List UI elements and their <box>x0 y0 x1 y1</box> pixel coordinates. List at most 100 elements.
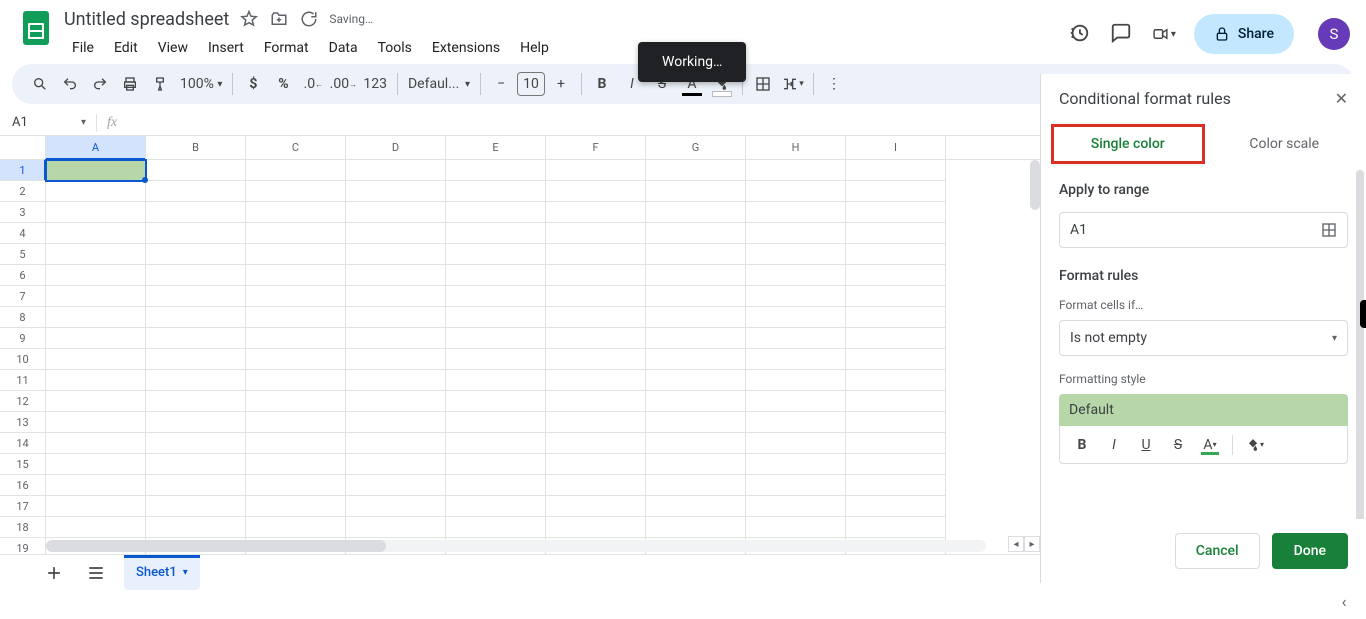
cell[interactable] <box>646 244 746 265</box>
row-header[interactable]: 2 <box>0 181 46 202</box>
paint-format-icon[interactable] <box>146 70 174 98</box>
cell[interactable] <box>746 307 846 328</box>
cell[interactable] <box>746 370 846 391</box>
cell[interactable] <box>346 286 446 307</box>
cell[interactable] <box>446 349 546 370</box>
cell[interactable] <box>846 349 946 370</box>
cell[interactable] <box>746 223 846 244</box>
tab-color-scale[interactable]: Color scale <box>1211 122 1359 166</box>
increase-font-icon[interactable]: + <box>547 70 575 98</box>
cell[interactable] <box>546 160 646 181</box>
cell[interactable] <box>846 307 946 328</box>
cell[interactable] <box>46 496 146 517</box>
cell[interactable] <box>246 517 346 538</box>
search-menus-icon[interactable] <box>26 70 54 98</box>
bold-icon[interactable]: B <box>588 70 616 98</box>
menu-help[interactable]: Help <box>512 36 557 60</box>
cell[interactable] <box>246 181 346 202</box>
account-avatar[interactable]: S <box>1318 18 1350 50</box>
cell[interactable] <box>746 202 846 223</box>
cell[interactable] <box>546 475 646 496</box>
cell[interactable] <box>346 391 446 412</box>
cancel-button[interactable]: Cancel <box>1175 533 1260 569</box>
row-header[interactable]: 12 <box>0 391 46 412</box>
cell[interactable] <box>346 265 446 286</box>
cell[interactable] <box>546 496 646 517</box>
cell[interactable] <box>146 475 246 496</box>
cell[interactable] <box>346 433 446 454</box>
cell[interactable] <box>746 454 846 475</box>
cell[interactable] <box>46 454 146 475</box>
cell[interactable] <box>546 244 646 265</box>
cell[interactable] <box>46 391 146 412</box>
cell[interactable] <box>346 475 446 496</box>
row-header[interactable]: 15 <box>0 454 46 475</box>
redo-icon[interactable] <box>86 70 114 98</box>
cell[interactable] <box>46 181 146 202</box>
move-icon[interactable] <box>269 9 289 29</box>
close-icon[interactable]: ✕ <box>1335 89 1348 108</box>
cell[interactable] <box>646 307 746 328</box>
cell[interactable] <box>646 160 746 181</box>
cell[interactable] <box>146 202 246 223</box>
cell[interactable] <box>146 517 246 538</box>
col-header-E[interactable]: E <box>446 136 546 159</box>
increase-decimal-icon[interactable]: .00→ <box>329 70 357 98</box>
cell[interactable] <box>846 370 946 391</box>
menu-format[interactable]: Format <box>256 36 317 60</box>
cell[interactable] <box>846 160 946 181</box>
cell[interactable] <box>746 181 846 202</box>
cell[interactable] <box>646 433 746 454</box>
cell[interactable] <box>446 391 546 412</box>
cell[interactable] <box>146 391 246 412</box>
cell[interactable] <box>546 349 646 370</box>
cell[interactable] <box>846 181 946 202</box>
style-underline-icon[interactable]: U <box>1132 433 1160 457</box>
cell[interactable] <box>446 244 546 265</box>
cell[interactable] <box>446 454 546 475</box>
percent-icon[interactable]: % <box>269 70 297 98</box>
col-header-B[interactable]: B <box>146 136 246 159</box>
row-header[interactable]: 7 <box>0 286 46 307</box>
col-header-D[interactable]: D <box>346 136 446 159</box>
cell[interactable] <box>346 244 446 265</box>
cell[interactable] <box>446 517 546 538</box>
menu-insert[interactable]: Insert <box>200 36 252 60</box>
style-text-color-icon[interactable]: A▾ <box>1196 433 1224 457</box>
cell[interactable] <box>846 433 946 454</box>
select-all-corner[interactable] <box>0 136 46 159</box>
cell[interactable] <box>546 202 646 223</box>
cell[interactable] <box>846 265 946 286</box>
cell[interactable] <box>246 160 346 181</box>
cell[interactable] <box>246 349 346 370</box>
cell[interactable] <box>646 391 746 412</box>
cell[interactable] <box>846 202 946 223</box>
cell[interactable] <box>746 265 846 286</box>
cell[interactable] <box>146 265 246 286</box>
cell[interactable] <box>46 160 146 181</box>
cell[interactable] <box>346 412 446 433</box>
cell[interactable] <box>446 307 546 328</box>
cell[interactable] <box>346 328 446 349</box>
cell[interactable] <box>46 475 146 496</box>
cell[interactable] <box>246 454 346 475</box>
cell[interactable] <box>846 244 946 265</box>
cell[interactable] <box>546 433 646 454</box>
more-icon[interactable]: ⋮ <box>820 70 848 98</box>
cell[interactable] <box>746 391 846 412</box>
menu-data[interactable]: Data <box>321 36 366 60</box>
comment-icon[interactable] <box>1110 22 1134 46</box>
h-scrollbar[interactable] <box>46 540 986 552</box>
font-size-input[interactable]: 10 <box>517 72 545 96</box>
cell[interactable] <box>446 265 546 286</box>
col-header-A[interactable]: A <box>46 136 146 159</box>
doc-name[interactable]: Untitled spreadsheet <box>64 9 229 30</box>
row-header[interactable]: 1 <box>0 160 46 181</box>
cell[interactable] <box>446 160 546 181</box>
cell[interactable] <box>746 349 846 370</box>
row-header[interactable]: 18 <box>0 517 46 538</box>
cell[interactable] <box>346 202 446 223</box>
font-select[interactable]: Defaul...▾ <box>404 70 474 98</box>
cell[interactable] <box>146 286 246 307</box>
cell[interactable] <box>346 454 446 475</box>
